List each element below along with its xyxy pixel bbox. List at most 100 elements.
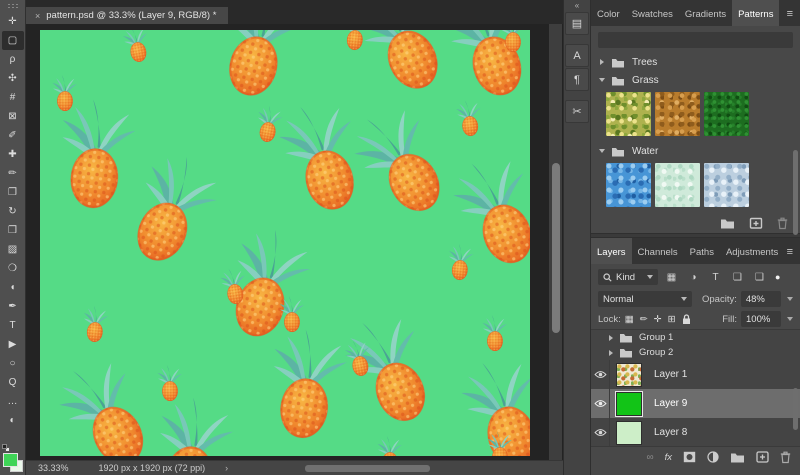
tab-channels[interactable]: Channels <box>632 238 684 264</box>
layer-row-layer-9[interactable]: Layer 9 <box>591 389 800 418</box>
layer-thumbnail[interactable] <box>615 390 643 417</box>
opacity-caret-icon[interactable] <box>786 297 793 301</box>
horizontal-scrollbar-thumb[interactable] <box>305 465 430 472</box>
layer-mask-icon[interactable] <box>683 451 696 463</box>
spot-healing-brush-tool[interactable]: ✚ <box>2 145 24 164</box>
canvas-pasteboard[interactable] <box>26 24 563 460</box>
zoom-tool[interactable]: Q <box>2 373 24 392</box>
pen-tool[interactable]: ✒ <box>2 297 24 316</box>
layer-row-layer-8[interactable]: Layer 8 <box>591 418 800 446</box>
tab-gradients[interactable]: Gradients <box>679 0 732 26</box>
zoom-level-field[interactable]: 33.33% <box>38 463 69 473</box>
eye-icon[interactable] <box>593 399 607 408</box>
libraries-panel-icon[interactable]: ▤ <box>565 12 589 35</box>
pattern-swatch-grass-brown[interactable] <box>655 92 700 136</box>
filter-pixel-layers-icon[interactable]: ▦ <box>663 272 680 283</box>
lock-transparency-icon[interactable]: ▦ <box>625 314 634 325</box>
layer-thumbnail[interactable] <box>616 420 642 445</box>
chevron-down-icon[interactable] <box>599 78 605 82</box>
tab-color[interactable]: Color <box>591 0 626 26</box>
filter-adjustment-layers-icon[interactable]: ◑ <box>685 272 702 283</box>
layers-panel-menu-icon[interactable]: ≡ <box>787 238 800 264</box>
lock-position-icon[interactable]: ✛ <box>654 314 662 325</box>
character-panel-icon[interactable]: A <box>565 44 589 67</box>
tab-swatches[interactable]: Swatches <box>626 0 679 26</box>
type-tool[interactable]: T <box>2 316 24 335</box>
lasso-tool[interactable]: ρ <box>2 50 24 69</box>
filter-smart-objects-icon[interactable]: ❑ <box>751 272 768 283</box>
link-layers-icon[interactable]: ∞ <box>646 452 653 463</box>
blur-tool[interactable]: ❍ <box>2 259 24 278</box>
layers-scrollbar-thumb[interactable] <box>793 388 798 430</box>
tab-layers[interactable]: Layers <box>591 238 632 264</box>
rectangular-marquee-tool[interactable]: ▢ <box>1 31 24 50</box>
gradient-tool[interactable]: ▨ <box>2 240 24 259</box>
filter-toggle-icon[interactable]: ● <box>775 272 780 282</box>
chevron-down-icon[interactable] <box>599 149 605 153</box>
filter-shape-layers-icon[interactable]: ❏ <box>729 272 746 283</box>
pattern-swatch-grass-dark-green[interactable] <box>704 92 749 136</box>
pattern-group-water[interactable]: Water <box>591 142 800 160</box>
filter-type-layers-icon[interactable]: T <box>707 272 724 283</box>
path-selection-tool[interactable]: ▶ <box>2 335 24 354</box>
lock-all-icon[interactable] <box>682 313 691 325</box>
brush-tool[interactable]: ✏ <box>2 164 24 183</box>
scissors-panel-icon[interactable]: ✂ <box>565 100 589 123</box>
dodge-tool[interactable]: ◖ <box>2 278 24 297</box>
chevron-right-icon[interactable] <box>609 349 613 356</box>
quick-mask-button[interactable]: ◐ <box>2 411 24 430</box>
pattern-swatch-water-light-blue[interactable] <box>704 163 749 207</box>
status-chevron-icon[interactable]: › <box>225 463 228 473</box>
new-group-icon[interactable] <box>730 451 745 463</box>
clone-stamp-tool[interactable]: ❐ <box>2 183 24 202</box>
ellipse-tool[interactable]: ○ <box>2 354 24 373</box>
layer-thumbnail[interactable] <box>616 362 642 387</box>
toolbar-grip[interactable] <box>6 3 19 8</box>
foreground-color-swatch[interactable] <box>3 453 18 467</box>
canvas-image[interactable] <box>40 30 530 456</box>
canvas-vertical-scrollbar[interactable] <box>549 24 562 460</box>
fill-field[interactable]: 100% <box>741 311 781 327</box>
kind-filter-dropdown[interactable]: Kind <box>598 269 658 285</box>
layer-row-group-2[interactable]: Group 2 <box>591 345 800 360</box>
move-tool[interactable]: ✛ <box>2 12 24 31</box>
frame-tool[interactable]: ⊠ <box>2 107 24 126</box>
crop-tool[interactable]: # <box>2 88 24 107</box>
eye-icon[interactable] <box>593 428 607 437</box>
new-pattern-icon[interactable] <box>749 217 763 229</box>
layer-style-icon[interactable]: fx <box>665 452 672 463</box>
tab-close-icon[interactable]: × <box>35 11 40 21</box>
pattern-swatch-grass-yellow-green[interactable] <box>606 92 651 136</box>
adjustment-layer-icon[interactable] <box>707 451 719 463</box>
layer-row-layer-1[interactable]: Layer 1 <box>591 360 800 389</box>
eye-icon[interactable] <box>593 370 607 379</box>
eraser-tool[interactable]: ❒ <box>2 221 24 240</box>
lock-pixels-icon[interactable]: ✏ <box>640 314 648 325</box>
patterns-scrollbar-thumb[interactable] <box>793 150 798 235</box>
collapse-panels-icon[interactable]: « <box>564 0 590 11</box>
history-brush-tool[interactable]: ↻ <box>2 202 24 221</box>
new-group-icon[interactable] <box>720 217 735 229</box>
document-tab[interactable]: × pattern.psd @ 33.3% (Layer 9, RGB/8) * <box>26 7 229 24</box>
opacity-field[interactable]: 48% <box>740 291 781 307</box>
tab-paths[interactable]: Paths <box>684 238 720 264</box>
pattern-group-trees[interactable]: Trees <box>591 53 800 71</box>
pattern-swatch-water-blue[interactable] <box>606 163 651 207</box>
edit-toolbar-button[interactable]: … <box>2 392 24 411</box>
trash-icon[interactable] <box>777 217 788 230</box>
fill-caret-icon[interactable] <box>787 317 793 321</box>
tab-patterns[interactable]: Patterns <box>732 0 780 26</box>
new-layer-icon[interactable] <box>756 451 769 463</box>
trash-icon[interactable] <box>780 451 791 464</box>
blend-mode-dropdown[interactable]: Normal <box>598 291 692 307</box>
lock-artboard-icon[interactable]: ⊞ <box>668 314 676 325</box>
patterns-panel-menu-icon[interactable]: ≡ <box>787 0 800 26</box>
eyedropper-tool[interactable]: ✐ <box>2 126 24 145</box>
vertical-scrollbar-thumb[interactable] <box>551 163 560 333</box>
paragraph-panel-icon[interactable]: ¶ <box>565 68 589 91</box>
patterns-filter-bar[interactable] <box>598 32 793 48</box>
chevron-right-icon[interactable] <box>609 334 613 341</box>
pattern-group-grass[interactable]: Grass <box>591 71 800 89</box>
default-colors-icon[interactable] <box>2 444 11 452</box>
layer-row-group-1[interactable]: Group 1 <box>591 330 800 345</box>
